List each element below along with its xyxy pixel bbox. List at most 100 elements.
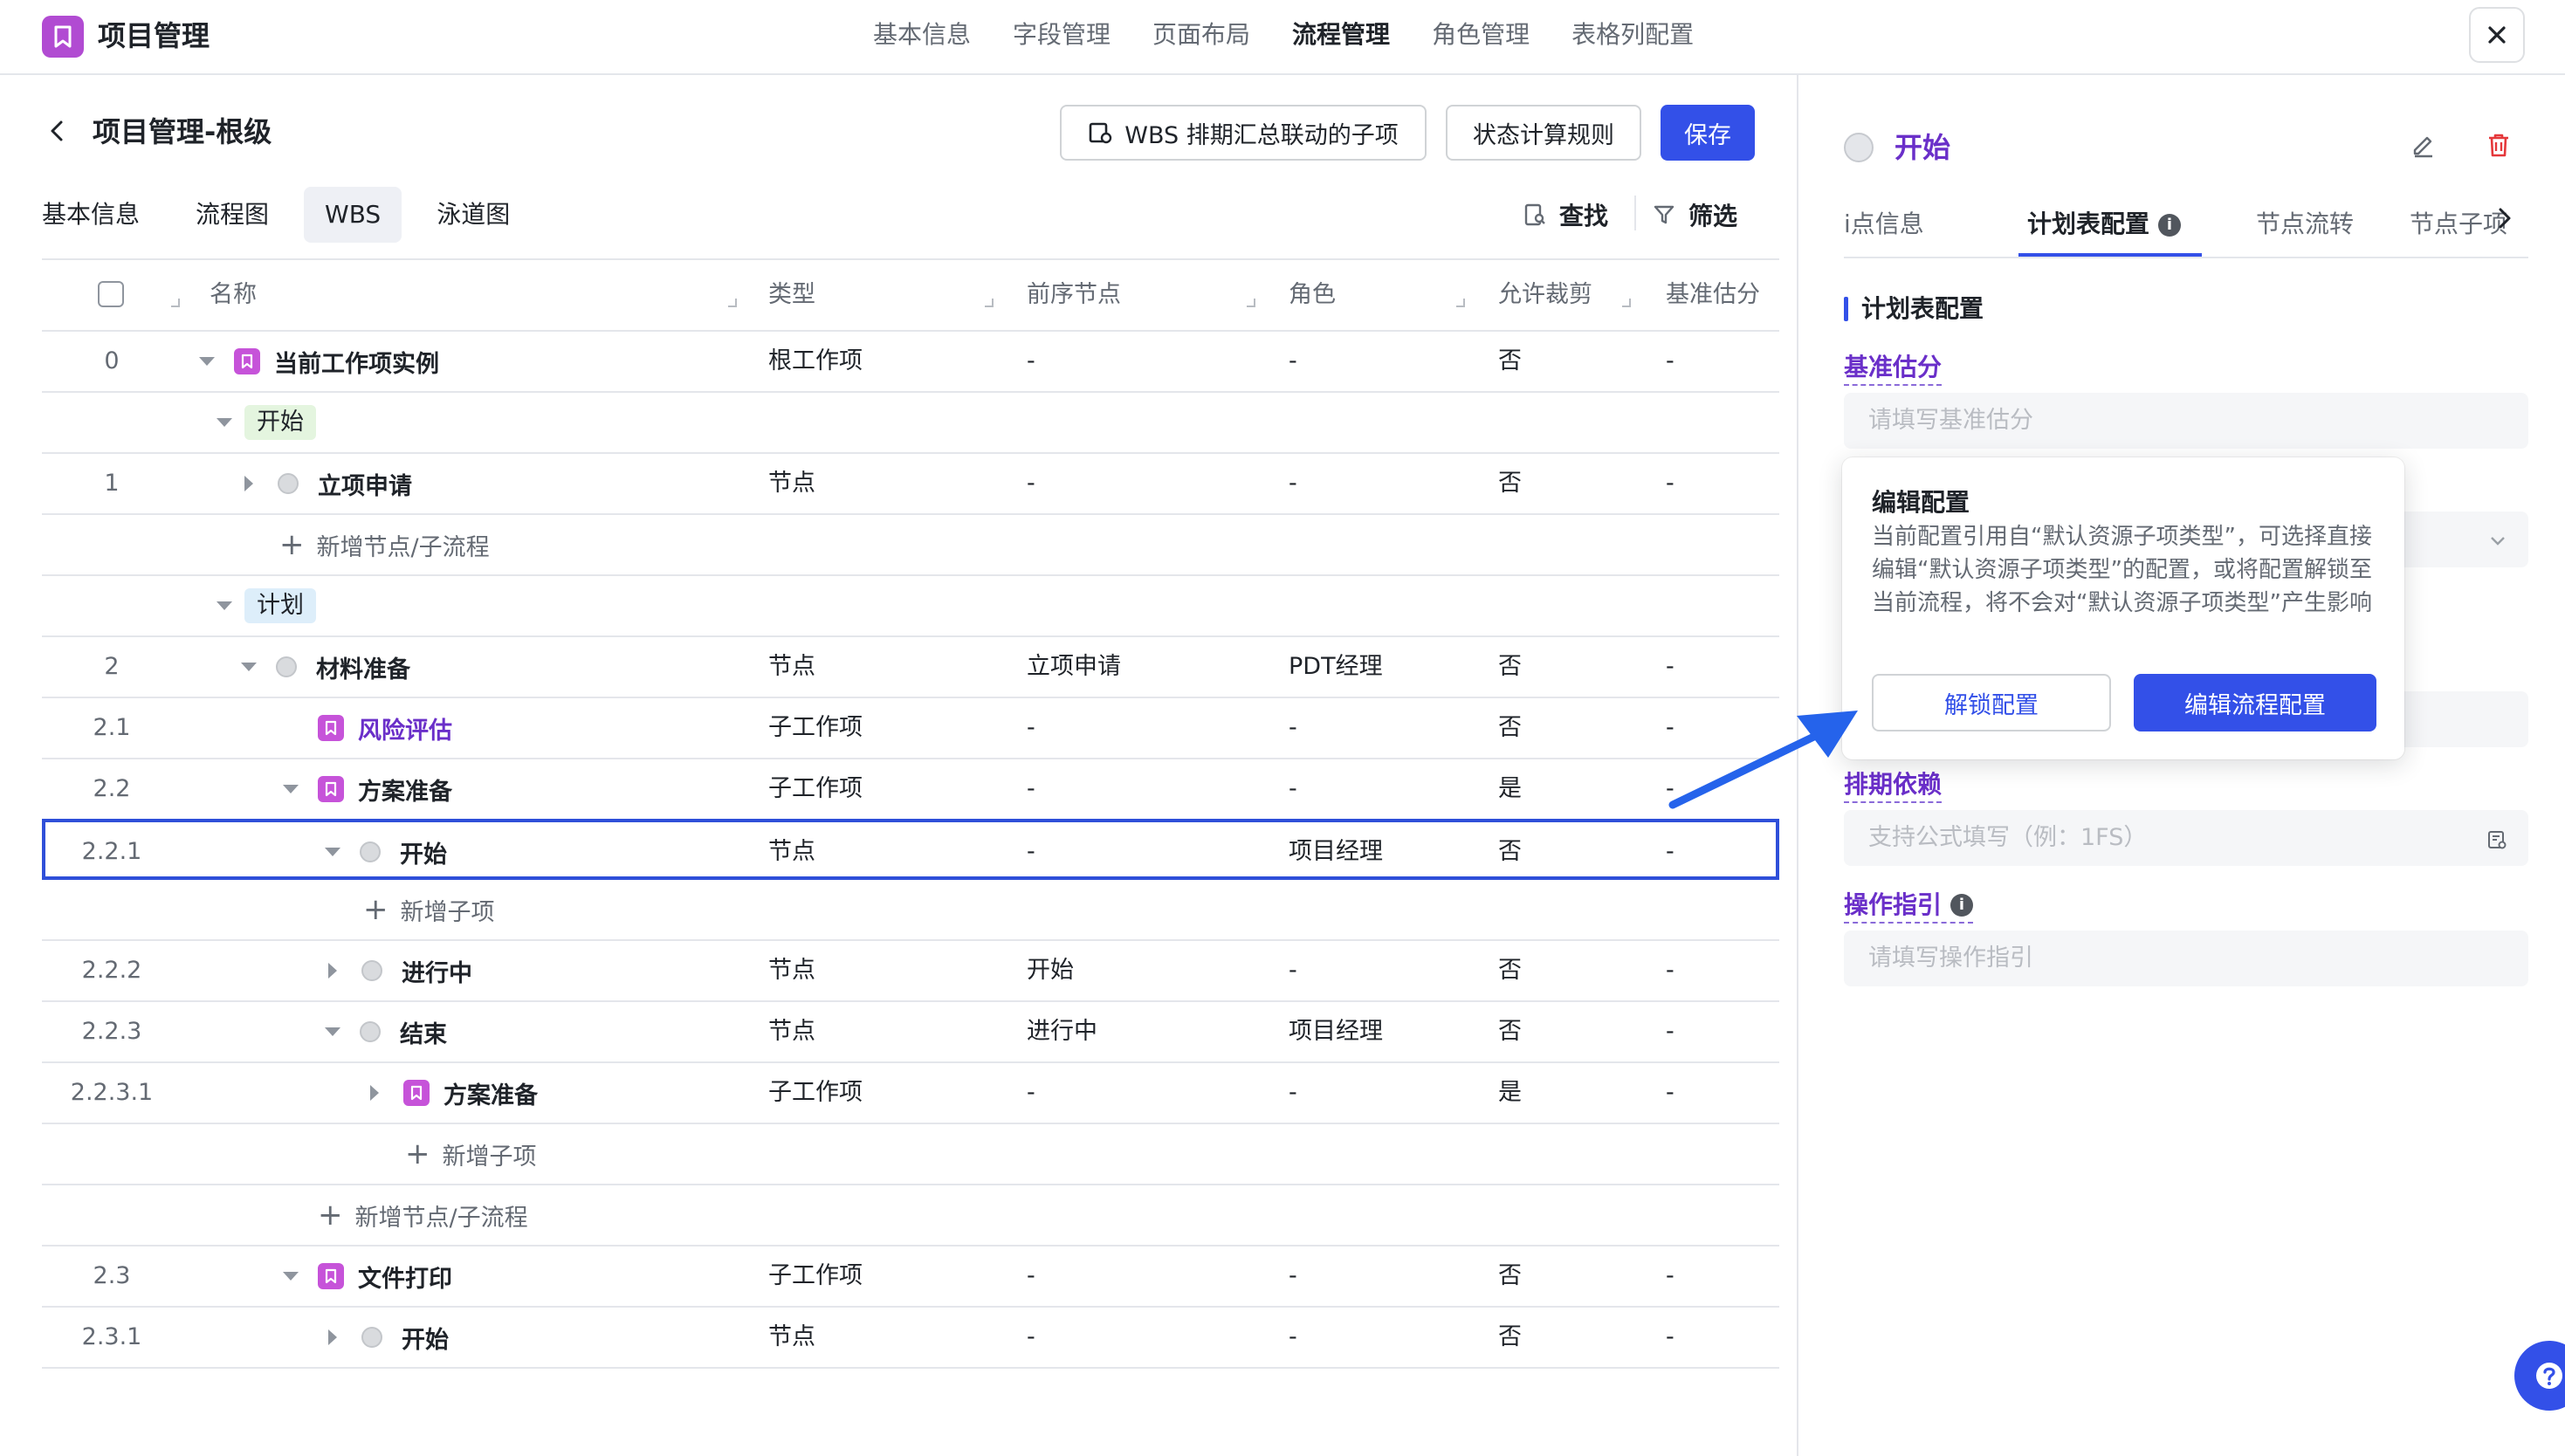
row-predecessor: - — [1027, 470, 1035, 497]
expand-triangle-icon[interactable] — [328, 963, 337, 979]
tab-wbs[interactable]: WBS — [304, 187, 402, 243]
table-row[interactable]: 2.2.3.1 方案准备 子工作项 - - 是 - — [42, 1063, 1779, 1124]
row-base-estimate: - — [1666, 347, 1674, 374]
tab-basic-info[interactable]: 基本信息 — [21, 187, 161, 243]
back-chevron-icon[interactable] — [45, 119, 70, 143]
edit-icon[interactable] — [2410, 131, 2438, 159]
node-status-icon — [278, 473, 299, 494]
header-base-estimate: 基准估分 — [1666, 281, 1760, 308]
collapse-triangle-icon[interactable] — [217, 418, 232, 427]
expand-triangle-icon[interactable] — [244, 476, 253, 491]
close-button[interactable] — [2469, 7, 2525, 63]
save-button[interactable]: 保存 — [1661, 105, 1755, 161]
select-all-checkbox[interactable] — [98, 281, 124, 307]
toolbar-divider — [1634, 196, 1636, 230]
wbs-linked-items-button[interactable]: WBS 排期汇总联动的子项 — [1060, 105, 1427, 161]
add-item-row[interactable]: + 新增子项 — [42, 880, 1779, 941]
tab-flowchart[interactable]: 流程图 — [175, 187, 290, 243]
row-base-estimate: - — [1666, 470, 1674, 497]
find-button[interactable]: 查找 — [1523, 197, 1608, 232]
add-item-button[interactable]: + 新增子项 — [405, 1124, 537, 1184]
formula-icon[interactable] — [2486, 829, 2507, 850]
row-role: 项目经理 — [1289, 838, 1383, 865]
row-allow-crop: 否 — [1498, 957, 1522, 984]
table-row[interactable]: 2.2.2 进行中 节点 开始 - 否 - — [42, 941, 1779, 1002]
collapse-triangle-icon[interactable] — [199, 357, 215, 366]
column-resize-handle[interactable] — [728, 299, 737, 307]
table-row[interactable]: 2.2 方案准备 子工作项 - - 是 - — [42, 759, 1779, 821]
column-resize-handle[interactable] — [1622, 299, 1631, 307]
top-nav-item-roles[interactable]: 角色管理 — [1432, 0, 1530, 73]
collapse-triangle-icon[interactable] — [217, 601, 232, 610]
chevron-right-icon[interactable] — [2492, 206, 2516, 230]
top-bar: 项目管理 基本信息 字段管理 页面布局 流程管理 角色管理 表格列配置 — [0, 0, 2565, 75]
expand-triangle-icon[interactable] — [370, 1085, 379, 1101]
tab-swimlane[interactable]: 泳道图 — [416, 187, 531, 243]
tab-node-transition[interactable]: 节点流转 — [2256, 197, 2354, 251]
collapse-triangle-icon[interactable] — [283, 785, 299, 793]
stage-group-row[interactable]: 开始 — [42, 393, 1779, 454]
add-item-row[interactable]: + 新增节点/子流程 — [42, 515, 1779, 576]
row-name-cell: 材料准备 — [241, 637, 410, 697]
add-item-button[interactable]: + 新增子项 — [363, 880, 495, 939]
expand-triangle-icon[interactable] — [328, 1329, 337, 1345]
delete-icon[interactable] — [2485, 131, 2513, 159]
collapse-triangle-icon[interactable] — [325, 1027, 340, 1036]
table-row[interactable]: 1 立项申请 节点 - - 否 - — [42, 454, 1779, 515]
table-row[interactable]: 2.1 风险评估 子工作项 - - 否 - — [42, 698, 1779, 759]
table-row[interactable]: 0 当前工作项实例 根工作项 - - 否 - — [42, 332, 1779, 393]
row-type: 节点 — [768, 957, 815, 984]
table-row[interactable]: 2.3 文件打印 子工作项 - - 否 - — [42, 1247, 1779, 1308]
edit-flow-config-button[interactable]: 编辑流程配置 — [2134, 674, 2376, 731]
column-resize-handle[interactable] — [1456, 299, 1465, 307]
add-item-row[interactable]: + 新增节点/子流程 — [42, 1185, 1779, 1247]
row-index: 2.3.1 — [81, 1323, 142, 1350]
column-resize-handle[interactable] — [171, 299, 180, 307]
schedule-dependency-input[interactable]: 支持公式填写（例：1FS） — [1844, 810, 2528, 866]
add-item-button[interactable]: + 新增节点/子流程 — [279, 515, 490, 574]
filter-button[interactable]: 筛选 — [1652, 197, 1737, 232]
table-row[interactable]: 2.2.1 开始 节点 - 项目经理 否 - — [42, 819, 1779, 880]
row-allow-crop: 否 — [1498, 838, 1522, 865]
table-row[interactable]: 2.2.3 结束 节点 进行中 项目经理 否 - — [42, 1002, 1779, 1063]
row-allow-crop: 否 — [1498, 1262, 1522, 1289]
info-icon[interactable]: i — [2158, 214, 2182, 237]
row-allow-crop: 否 — [1498, 347, 1522, 374]
active-tab-indicator — [2018, 253, 2202, 257]
top-nav-item-basic-info[interactable]: 基本信息 — [873, 0, 971, 73]
row-allow-crop: 否 — [1498, 653, 1522, 680]
table-row[interactable]: 2 材料准备 节点 立项申请 PDT经理否 - — [42, 637, 1779, 698]
unlock-config-button[interactable]: 解锁配置 — [1872, 674, 2111, 731]
operation-guide-input[interactable]: 请填写操作指引 — [1844, 931, 2528, 986]
tab-plan-config-label: 计划表配置 — [2027, 209, 2150, 238]
row-type: 根工作项 — [768, 347, 863, 374]
top-nav-item-workflow[interactable]: 流程管理 — [1292, 0, 1390, 73]
tab-node-info[interactable]: i点信息 — [1844, 197, 1924, 251]
top-nav-item-table-columns[interactable]: 表格列配置 — [1571, 0, 1694, 73]
top-nav-item-layout[interactable]: 页面布局 — [1152, 0, 1250, 73]
work-item-icon — [318, 1263, 344, 1289]
guide-info-icon[interactable]: i — [1950, 894, 1974, 917]
collapse-triangle-icon[interactable] — [325, 848, 340, 856]
row-predecessor: - — [1027, 1079, 1035, 1106]
base-estimate-input[interactable]: 请填写基准估分 — [1844, 393, 2528, 449]
work-item-icon — [234, 348, 260, 374]
row-name: 材料准备 — [316, 656, 410, 683]
collapse-triangle-icon[interactable] — [241, 663, 257, 671]
top-nav-item-fields[interactable]: 字段管理 — [1013, 0, 1111, 73]
column-resize-handle[interactable] — [1247, 299, 1255, 307]
table-row[interactable]: 2.3.1 开始 节点 - - 否 - — [42, 1308, 1779, 1369]
status-rule-button[interactable]: 状态计算规则 — [1446, 105, 1641, 161]
add-item-row[interactable]: + 新增子项 — [42, 1124, 1779, 1185]
add-item-button[interactable]: + 新增节点/子流程 — [318, 1185, 528, 1245]
row-index: 2.3 — [93, 1262, 131, 1289]
row-name: 开始 — [402, 1326, 449, 1354]
row-name: 方案准备 — [444, 1082, 538, 1109]
tab-plan-config[interactable]: 计划表配置 i — [2027, 197, 2182, 251]
filter-icon — [1654, 205, 1674, 224]
collapse-triangle-icon[interactable] — [283, 1272, 299, 1281]
column-resize-handle[interactable] — [985, 299, 994, 307]
row-type: 节点 — [768, 653, 815, 680]
row-name[interactable]: 风险评估 — [358, 711, 452, 745]
stage-group-row[interactable]: 计划 — [42, 576, 1779, 637]
